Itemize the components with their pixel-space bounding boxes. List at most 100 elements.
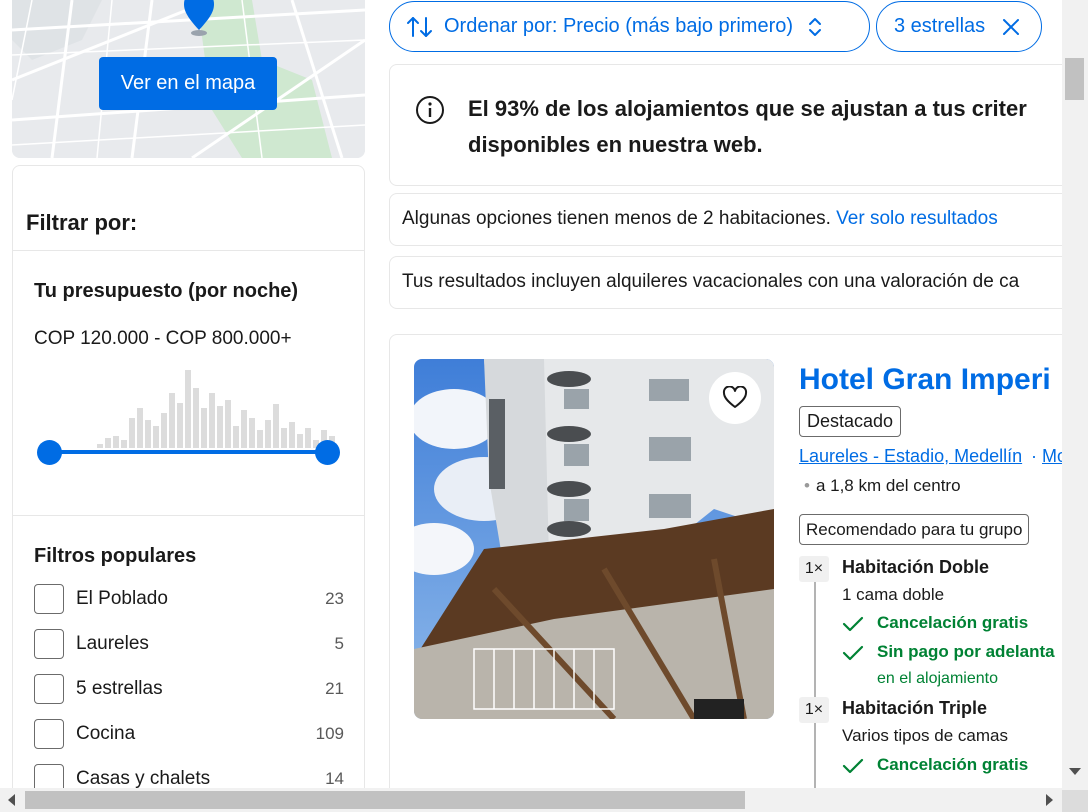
free-cancellation: Cancelación gratis: [842, 613, 1028, 633]
scrollbar-thumb[interactable]: [1065, 58, 1084, 100]
availability-notice: El 93% de los alojamientos que se ajusta…: [389, 64, 1079, 186]
filter-option-label: Laureles: [76, 633, 149, 654]
filter-option-label: El Poblado: [76, 588, 168, 609]
location-separator: ·: [1031, 446, 1037, 466]
histogram-bar: [225, 400, 231, 448]
map-pin-icon: [184, 0, 214, 36]
scroll-left-arrow-icon[interactable]: [8, 794, 15, 806]
filter-option-count: 14: [325, 769, 344, 788]
price-histogram: [97, 370, 335, 448]
histogram-bar: [257, 430, 263, 448]
room-beds: Varios tipos de camas: [842, 726, 1008, 745]
view-on-map-button[interactable]: Ver en el mapa: [99, 57, 277, 110]
group-recommendation-badge: Recomendado para tu grupo: [799, 514, 1030, 545]
histogram-bar: [145, 420, 151, 448]
scrollbar-corner: [1062, 790, 1088, 812]
rooms-notice: Algunas opciones tienen menos de 2 habit…: [389, 193, 1079, 246]
histogram-bar: [105, 438, 111, 448]
distance-text: a 1,8 km del centro: [815, 476, 961, 495]
location-link[interactable]: Laureles - Estadio, Medellín: [799, 446, 1022, 467]
rentals-notice: Tus resultados incluyen alquileres vacac…: [389, 256, 1079, 309]
vertical-scrollbar[interactable]: [1062, 0, 1088, 790]
featured-badge: Destacado: [799, 406, 902, 437]
histogram-bar: [121, 440, 127, 448]
histogram-bar: [233, 426, 239, 448]
show-only-results-link[interactable]: Ver solo resultados: [836, 208, 998, 229]
filter-option-laureles[interactable]: Laureles 5: [34, 628, 344, 660]
budget-range: COP 120.000 - COP 800.000+: [34, 328, 292, 349]
histogram-bar: [177, 403, 183, 448]
rooms-notice-text: Algunas opciones tienen menos de 2 habit…: [402, 208, 998, 230]
histogram-bar: [289, 422, 295, 448]
checkbox[interactable]: [34, 674, 64, 704]
filter-option-label: Cocina: [76, 723, 136, 744]
histogram-bar: [217, 406, 223, 448]
no-prepayment: Sin pago por adelanta: [842, 642, 1055, 662]
filter-option-cocina[interactable]: Cocina 109: [34, 718, 344, 750]
rooms-divider-line: [814, 567, 816, 803]
room-title: Habitación Triple: [842, 698, 988, 718]
histogram-bar: [249, 418, 255, 448]
divider: [13, 250, 364, 251]
filter-option-count: 5: [334, 634, 344, 653]
histogram-bar: [265, 420, 271, 448]
info-icon: [416, 96, 444, 124]
budget-slider-max-handle[interactable]: [314, 440, 340, 465]
histogram-bar: [241, 410, 247, 448]
room-beds: 1 cama doble: [842, 585, 945, 604]
filter-option-label: Casas y chalets: [76, 768, 211, 789]
map-preview[interactable]: Ver en el mapa: [12, 0, 365, 158]
perk-label: Sin pago por adelanta: [877, 642, 1055, 661]
hotel-name-link[interactable]: Hotel Gran Imperi: [799, 363, 1051, 397]
histogram-bar: [185, 370, 191, 448]
favorite-button[interactable]: [709, 372, 761, 424]
filter-option-count: 21: [325, 679, 344, 698]
histogram-bar: [129, 418, 135, 448]
budget-slider-track[interactable]: [49, 450, 327, 454]
sort-icon: [407, 16, 432, 37]
check-icon: [842, 758, 864, 774]
property-card[interactable]: Hotel Gran Imperi Destacado Laureles - E…: [389, 334, 1079, 804]
check-icon: [842, 616, 864, 632]
filter-panel: Filtrar por: Tu presupuesto (por noche) …: [12, 165, 365, 805]
horizontal-scrollbar[interactable]: [0, 788, 1062, 812]
histogram-bar: [97, 444, 103, 448]
scrollbar-thumb[interactable]: [25, 791, 745, 809]
popular-filters-title: Filtros populares: [34, 545, 197, 567]
filter-option-count: 23: [325, 589, 344, 608]
checkbox[interactable]: [34, 719, 64, 749]
room-quantity: 1×: [799, 697, 829, 723]
close-icon[interactable]: [1001, 17, 1021, 37]
chevron-up-down-icon: [809, 17, 822, 36]
scroll-right-arrow-icon[interactable]: [1046, 794, 1053, 806]
heart-icon: [722, 386, 748, 408]
filter-option-label: 5 estrellas: [76, 678, 163, 699]
active-filter-chip[interactable]: 3 estrellas: [876, 1, 1042, 52]
sort-label: Ordenar por: Precio (más bajo primero): [444, 15, 794, 37]
budget-slider-min-handle[interactable]: [36, 440, 62, 465]
perk-label: Cancelación gratis: [877, 755, 1029, 774]
histogram-bar: [273, 404, 279, 448]
perk-label: Cancelación gratis: [877, 613, 1029, 632]
histogram-bar: [113, 436, 119, 448]
availability-line-2: disponibles en nuestra web.: [468, 132, 763, 157]
scroll-down-arrow-icon[interactable]: [1069, 768, 1081, 775]
distance-from-center: • a 1,8 km del centro: [804, 476, 961, 496]
active-filter-label: 3 estrellas: [894, 15, 986, 37]
bullet: •: [804, 476, 810, 495]
availability-line-1: El 93% de los alojamientos que se ajusta…: [468, 96, 1027, 121]
checkbox[interactable]: [34, 629, 64, 659]
budget-title: Tu presupuesto (por noche): [34, 280, 299, 302]
checkbox[interactable]: [34, 584, 64, 614]
histogram-bar: [201, 408, 207, 448]
filter-option-count: 109: [315, 724, 344, 743]
filter-title: Filtrar por:: [26, 210, 138, 235]
histogram-bar: [153, 426, 159, 448]
filter-option-el-poblado[interactable]: El Poblado 23: [34, 583, 344, 615]
filter-option-5-estrellas[interactable]: 5 estrellas 21: [34, 673, 344, 705]
rentals-notice-text: Tus resultados incluyen alquileres vacac…: [402, 271, 1020, 292]
room-quantity: 1×: [799, 556, 829, 582]
divider: [13, 515, 364, 516]
free-cancellation: Cancelación gratis: [842, 755, 1028, 775]
sort-button[interactable]: Ordenar por: Precio (más bajo primero): [389, 1, 870, 52]
